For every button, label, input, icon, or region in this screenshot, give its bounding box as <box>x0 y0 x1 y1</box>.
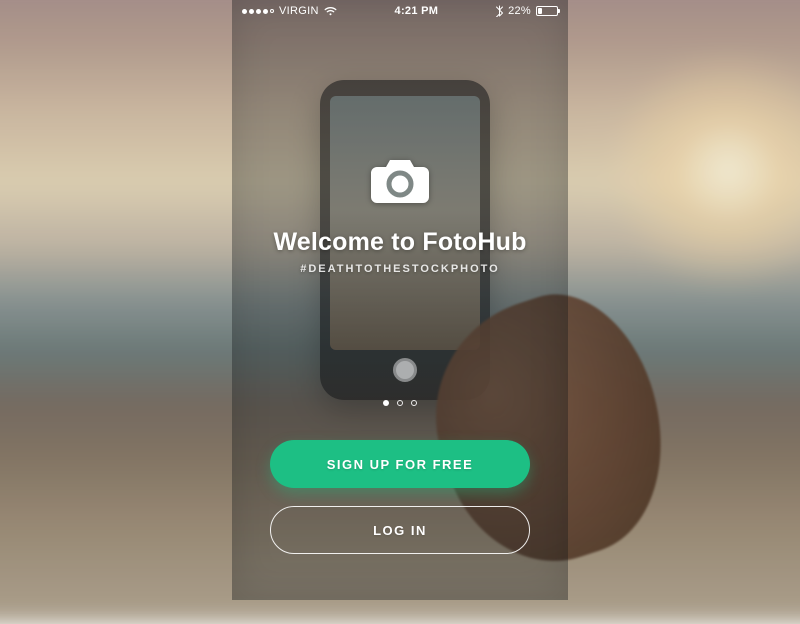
welcome-title: Welcome to FotoHub <box>273 228 526 257</box>
page-dot-2[interactable] <box>397 400 403 406</box>
auth-actions: SIGN UP FOR FREE LOG IN <box>232 440 568 554</box>
status-left: VIRGIN <box>242 5 337 17</box>
camera-icon <box>369 155 431 210</box>
clock: 4:21 PM <box>395 5 439 17</box>
wifi-icon <box>324 6 337 16</box>
page-dot-1[interactable] <box>383 400 389 406</box>
signal-strength-icon <box>242 9 274 14</box>
tagline: #DEATHTOTHESTOCKPHOTO <box>300 263 499 275</box>
signup-button-label: SIGN UP FOR FREE <box>327 457 474 472</box>
status-bar: VIRGIN 4:21 PM 22% <box>232 0 568 22</box>
battery-icon <box>536 6 558 16</box>
page-dot-3[interactable] <box>411 400 417 406</box>
bluetooth-icon <box>496 5 503 17</box>
carrier-label: VIRGIN <box>279 5 319 17</box>
login-button[interactable]: LOG IN <box>270 506 530 554</box>
page-indicator[interactable] <box>232 400 568 406</box>
hero: Welcome to FotoHub #DEATHTOTHESTOCKPHOTO <box>232 155 568 275</box>
battery-percent: 22% <box>508 5 531 17</box>
status-right: 22% <box>496 5 558 17</box>
signup-button[interactable]: SIGN UP FOR FREE <box>270 440 530 488</box>
login-button-label: LOG IN <box>373 523 427 538</box>
